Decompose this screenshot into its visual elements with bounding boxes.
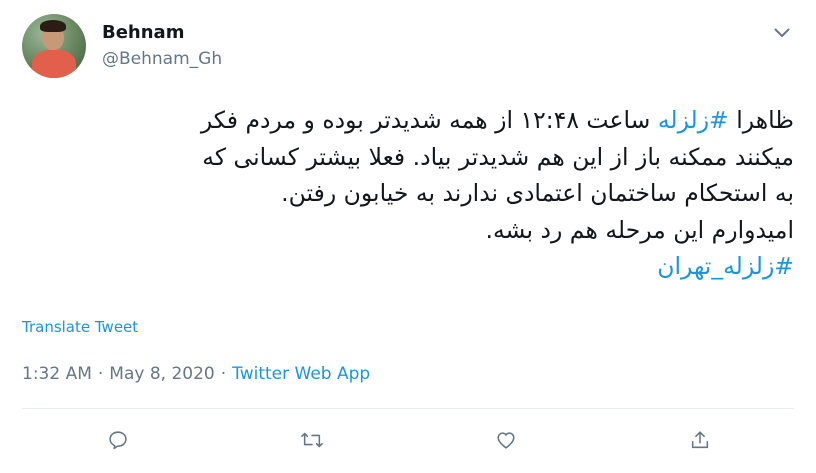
like-button[interactable] [490, 424, 522, 456]
avatar[interactable] [22, 14, 86, 78]
retweet-icon [300, 429, 324, 451]
tweet-line-1-after: ساعت ۱۲:۴۸ از همه شدیدتر بوده و مردم فکر [200, 106, 658, 134]
retweet-button[interactable] [296, 424, 328, 456]
meta-separator: · [220, 364, 227, 384]
more-options-button[interactable] [769, 20, 795, 46]
tweet-text: ظاهرا #زلزله ساعت ۱۲:۴۸ از همه شدیدتر بو… [22, 102, 794, 285]
reply-icon [107, 429, 129, 451]
share-button[interactable] [684, 424, 716, 456]
tweet-line-1: ظاهرا #زلزله ساعت ۱۲:۴۸ از همه شدیدتر بو… [22, 102, 794, 139]
tweet-time[interactable]: 1:32 AM [22, 364, 92, 384]
divider [22, 408, 794, 409]
meta-separator: · [97, 364, 104, 384]
hashtag-link[interactable]: #زلزله [658, 106, 729, 134]
tweet-line-4: امیدوارم این مرحله هم رد بشه. [485, 215, 794, 244]
user-handle[interactable]: @Behnam_Gh [102, 49, 222, 69]
tweet-source-link[interactable]: Twitter Web App [232, 364, 370, 384]
tweet-date[interactable]: May 8, 2020 [109, 364, 214, 384]
tweet-line-2: میکنند ممکنه باز از این هم شدیدتر بیاد. … [202, 142, 794, 171]
translate-tweet-link[interactable]: Translate Tweet [22, 318, 138, 336]
chevron-down-icon [774, 28, 790, 38]
user-name[interactable]: Behnam [102, 22, 184, 43]
tweet-line-3: به استحکام ساختمان اعتمادی ندارند به خیا… [281, 179, 794, 207]
share-icon [689, 429, 711, 451]
heart-icon [495, 429, 517, 451]
avatar-hair [40, 20, 66, 32]
tweet-meta: 1:32 AM · May 8, 2020 · Twitter Web App [22, 364, 370, 384]
tweet-line-1-before: ظاهرا [728, 106, 794, 134]
reply-button[interactable] [102, 424, 134, 456]
tweet-actions [0, 424, 816, 456]
avatar-shirt [32, 50, 76, 78]
hashtag-link[interactable]: #زلزله_تهران [22, 248, 794, 285]
